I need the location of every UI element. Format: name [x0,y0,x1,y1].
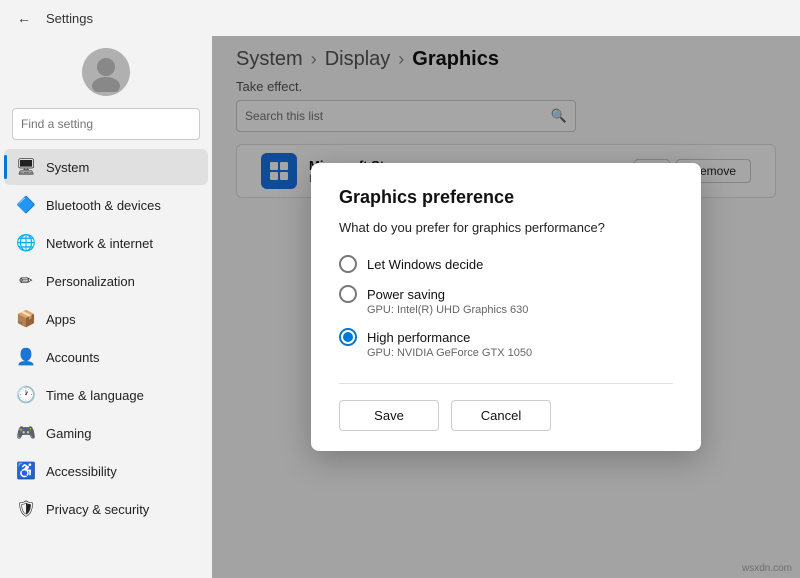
privacy-icon: 🛡 [16,499,36,519]
accounts-icon: 👤 [16,347,36,367]
radio-group: Let Windows decide Power saving GPU: Int… [339,251,673,363]
graphics-preference-dialog: Graphics preference What do you prefer f… [311,163,701,451]
radio-sublabel-high-performance: GPU: NVIDIA GeForce GTX 1050 [367,347,673,359]
sidebar-search-input[interactable] [21,117,191,131]
sidebar-item-gaming[interactable]: 🎮 Gaming [4,415,208,451]
sidebar-label-bluetooth: Bluetooth & devices [46,198,161,213]
back-button[interactable]: ← [12,6,36,30]
time-icon: 🕐 [16,385,36,405]
sidebar-item-apps[interactable]: 📦 Apps [4,301,208,337]
content-area: System › Display › Graphics Take effect.… [212,36,800,578]
radio-sublabel-power-saving: GPU: Intel(R) UHD Graphics 630 [367,304,673,316]
cancel-button[interactable]: Cancel [451,400,551,431]
sidebar-item-privacy[interactable]: 🛡 Privacy & security [4,491,208,527]
sidebar-item-accounts[interactable]: 👤 Accounts [4,339,208,375]
sidebar-search-box[interactable] [12,108,200,140]
radio-row-power-saving[interactable]: Power saving [339,285,673,303]
sidebar-label-privacy: Privacy & security [46,502,149,517]
title-bar: ← Settings [0,0,800,36]
sidebar-item-accessibility[interactable]: ♿ Accessibility [4,453,208,489]
radio-label-high-performance: High performance [367,330,470,345]
modal-actions: Save Cancel [339,400,673,431]
sidebar-label-accounts: Accounts [46,350,99,365]
radio-option-high-performance[interactable]: High performance GPU: NVIDIA GeForce GTX… [339,324,673,363]
system-icon: 🖥 [16,157,36,177]
modal-title: Graphics preference [339,187,673,208]
radio-circle-high-performance [339,328,357,346]
sidebar-label-gaming: Gaming [46,426,92,441]
radio-circle-power-saving [339,285,357,303]
radio-option-power-saving[interactable]: Power saving GPU: Intel(R) UHD Graphics … [339,281,673,320]
sidebar-label-personalization: Personalization [46,274,135,289]
radio-row-high-performance[interactable]: High performance [339,328,673,346]
sidebar-item-time[interactable]: 🕐 Time & language [4,377,208,413]
sidebar-item-bluetooth[interactable]: 🔷 Bluetooth & devices [4,187,208,223]
sidebar-item-network[interactable]: 🌐 Network & internet [4,225,208,261]
gaming-icon: 🎮 [16,423,36,443]
radio-label-windows: Let Windows decide [367,257,483,272]
app-title: Settings [46,11,93,26]
sidebar: 🖥 System 🔷 Bluetooth & devices 🌐 Network… [0,36,212,578]
modal-overlay: Graphics preference What do you prefer f… [212,36,800,578]
sidebar-item-personalization[interactable]: ✏ Personalization [4,263,208,299]
sidebar-label-apps: Apps [46,312,76,327]
save-button[interactable]: Save [339,400,439,431]
personalization-icon: ✏ [16,271,36,291]
apps-icon: 📦 [16,309,36,329]
sidebar-label-network: Network & internet [46,236,153,251]
main-layout: 🖥 System 🔷 Bluetooth & devices 🌐 Network… [0,36,800,578]
network-icon: 🌐 [16,233,36,253]
sidebar-item-system[interactable]: 🖥 System [4,149,208,185]
accessibility-icon: ♿ [16,461,36,481]
radio-option-windows[interactable]: Let Windows decide [339,251,673,277]
radio-circle-windows [339,255,357,273]
sidebar-label-time: Time & language [46,388,144,403]
sidebar-label-system: System [46,160,89,175]
bluetooth-icon: 🔷 [16,195,36,215]
modal-question: What do you prefer for graphics performa… [339,220,673,235]
avatar [82,48,130,96]
modal-divider [339,383,673,384]
sidebar-label-accessibility: Accessibility [46,464,117,479]
radio-label-power-saving: Power saving [367,287,445,302]
radio-row-windows[interactable]: Let Windows decide [339,255,673,273]
back-icon: ← [17,10,31,26]
